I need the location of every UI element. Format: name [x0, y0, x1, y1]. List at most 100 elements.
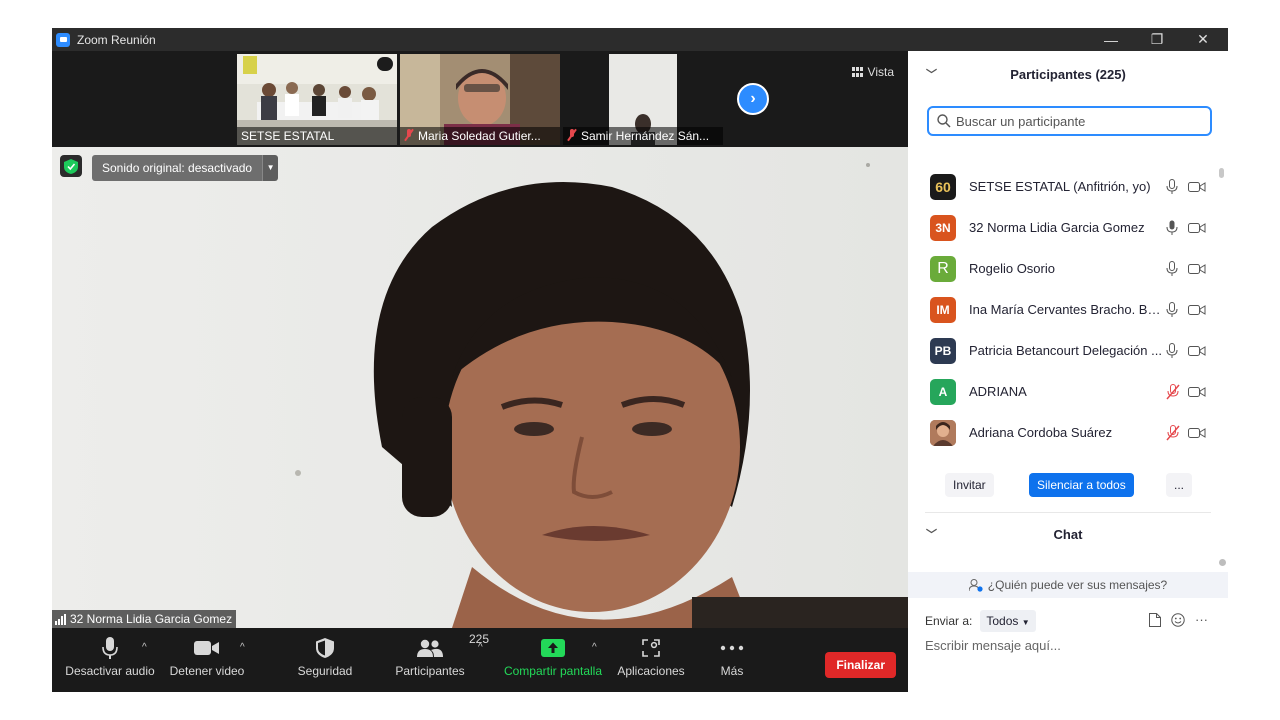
view-button[interactable]: Vista — [845, 61, 900, 83]
next-page-button[interactable]: › — [737, 83, 769, 115]
mic-muted-icon — [404, 129, 414, 141]
avatar: PB — [930, 337, 956, 364]
share-screen-icon — [541, 639, 565, 657]
message-input[interactable] — [925, 638, 1215, 653]
maximize-button[interactable]: ❐ — [1134, 28, 1180, 51]
zoom-logo-icon — [56, 32, 70, 47]
video-thumbnail[interactable]: SETSE ESTATAL — [237, 54, 397, 145]
participant-search[interactable] — [927, 106, 1212, 136]
apps-button[interactable]: Aplicaciones — [612, 628, 690, 692]
who-can-see-link[interactable]: ¿Quién puede ver sus mensajes? — [908, 572, 1228, 598]
participants-title: Participantes (225) — [1010, 66, 1126, 82]
window-title: Zoom Reunión — [77, 32, 156, 47]
participants-button[interactable]: 225 Participantes — [390, 628, 489, 692]
shield-icon — [316, 638, 334, 658]
more-button[interactable]: Más — [708, 628, 756, 692]
security-shield-icon[interactable] — [60, 155, 82, 177]
signal-strength-icon — [55, 613, 66, 625]
video-options-caret-icon[interactable]: ^ — [240, 642, 245, 653]
emoji-icon[interactable] — [1171, 612, 1185, 627]
message-box[interactable] — [925, 637, 1215, 659]
chevron-down-icon[interactable]: ﹀ — [926, 526, 937, 542]
video-camera-icon[interactable] — [1188, 427, 1206, 439]
security-button[interactable]: Seguridad — [288, 628, 362, 692]
microphone-icon[interactable] — [1166, 220, 1178, 236]
participants-header: ﹀ Participantes (225) — [908, 51, 1228, 97]
participant-row[interactable]: 3N 32 Norma Lidia Garcia Gomez — [908, 207, 1218, 248]
search-icon — [937, 114, 951, 128]
participant-row[interactable]: 60 SETSE ESTATAL (Anfitrión, yo) — [908, 166, 1218, 207]
chevron-down-icon[interactable]: ﹀ — [926, 66, 937, 82]
thumbnail-strip: SETSE ESTATAL Maria Soledad Gutier... Sa… — [52, 51, 908, 147]
divider — [925, 512, 1211, 513]
participant-row[interactable]: R Rogelio Osorio — [908, 248, 1218, 289]
thumbnail-name-label: Samir Hernández Sán... — [563, 127, 723, 145]
speaker-name-badge: 32 Norma Lidia Garcia Gomez — [52, 610, 237, 628]
audio-options-caret-icon[interactable]: ^ — [142, 642, 147, 653]
video-camera-icon[interactable] — [1188, 222, 1206, 234]
avatar: R — [930, 255, 956, 282]
video-camera-icon[interactable] — [1188, 386, 1206, 398]
active-speaker-video: Sonido original: desactivado ▼ 32 Norma … — [52, 147, 908, 628]
user-lock-icon — [968, 578, 983, 592]
microphone-icon[interactable] — [1166, 178, 1178, 195]
microphone-icon[interactable] — [1166, 342, 1178, 359]
thumbnail-name-label: SETSE ESTATAL — [237, 127, 397, 145]
thumbnail-name-label: Maria Soledad Gutier... — [400, 127, 560, 145]
avatar-photo — [930, 419, 956, 446]
participant-row[interactable]: IM Ina María Cervantes Bracho. Bo... — [908, 289, 1218, 330]
original-sound-toggle[interactable]: Sonido original: desactivado ▼ — [92, 155, 279, 181]
mic-muted-icon[interactable] — [1166, 424, 1180, 441]
stop-video-button[interactable]: Detener video — [164, 628, 250, 692]
mic-muted-icon — [567, 129, 577, 141]
video-camera-icon[interactable] — [1188, 263, 1206, 275]
video-camera-icon[interactable] — [1188, 181, 1206, 193]
participant-list-scrollbar[interactable] — [1218, 166, 1224, 456]
video-thumbnail[interactable]: Samir Hernández Sán... — [563, 54, 723, 145]
mute-audio-button[interactable]: Desactivar audio — [62, 628, 158, 692]
file-icon[interactable] — [1149, 612, 1161, 627]
avatar: A — [930, 378, 956, 405]
chat-scrollbar[interactable] — [1219, 559, 1226, 566]
meeting-toolbar: Desactivar audio ^ Detener video ^ Segur… — [52, 628, 908, 692]
meeting-area: SETSE ESTATAL Maria Soledad Gutier... Sa… — [52, 51, 908, 692]
participant-row[interactable]: Adriana Cordoba Suárez — [908, 412, 1218, 453]
participants-options-caret-icon[interactable]: ^ — [478, 642, 483, 653]
apps-icon — [642, 639, 660, 657]
participant-row[interactable]: PB Patricia Betancourt Delegación ... — [908, 330, 1218, 371]
participants-icon — [417, 639, 443, 657]
more-options-button[interactable]: ... — [1166, 473, 1193, 497]
chevron-down-icon[interactable]: ▼ — [262, 155, 279, 181]
mic-muted-icon[interactable] — [1166, 383, 1180, 400]
share-screen-button[interactable]: Compartir pantalla — [498, 628, 608, 692]
chat-tools: ··· — [1149, 612, 1208, 627]
end-meeting-button[interactable]: Finalizar — [825, 652, 896, 678]
more-dots-icon — [720, 645, 744, 651]
avatar: 3N — [930, 214, 956, 241]
avatar: 60 — [930, 173, 956, 200]
speaker-video-image — [52, 147, 908, 628]
side-panel: ﹀ Participantes (225) 60 SETSE ESTATAL (… — [908, 51, 1228, 692]
share-options-caret-icon[interactable]: ^ — [592, 642, 597, 653]
search-input[interactable] — [956, 113, 1196, 129]
zoom-window: Zoom Reunión — ❐ ✕ SETSE ESTATAL Maria S… — [52, 28, 1228, 692]
invite-button[interactable]: Invitar — [945, 473, 994, 497]
title-bar: Zoom Reunión — ❐ ✕ — [52, 28, 1228, 51]
mute-all-button[interactable]: Silenciar a todos — [1029, 473, 1134, 497]
original-sound-label: Sonido original: desactivado — [92, 155, 263, 181]
chevron-down-icon: ▼ — [1021, 618, 1030, 627]
chat-header: ﹀ Chat — [908, 517, 1228, 551]
avatar: IM — [930, 296, 956, 323]
microphone-icon[interactable] — [1166, 301, 1178, 318]
more-dots-icon[interactable]: ··· — [1195, 612, 1208, 627]
send-to-dropdown[interactable]: Todos ▼ — [980, 610, 1036, 632]
close-button[interactable]: ✕ — [1180, 28, 1226, 51]
video-camera-icon[interactable] — [1188, 304, 1206, 316]
video-thumbnail[interactable]: Maria Soledad Gutier... — [400, 54, 560, 145]
send-to-label: Enviar a: — [925, 614, 973, 628]
video-camera-icon[interactable] — [1188, 345, 1206, 357]
video-camera-icon — [194, 641, 219, 655]
microphone-icon[interactable] — [1166, 260, 1178, 277]
participant-row[interactable]: A ADRIANA — [908, 371, 1218, 412]
minimize-button[interactable]: — — [1088, 28, 1134, 51]
